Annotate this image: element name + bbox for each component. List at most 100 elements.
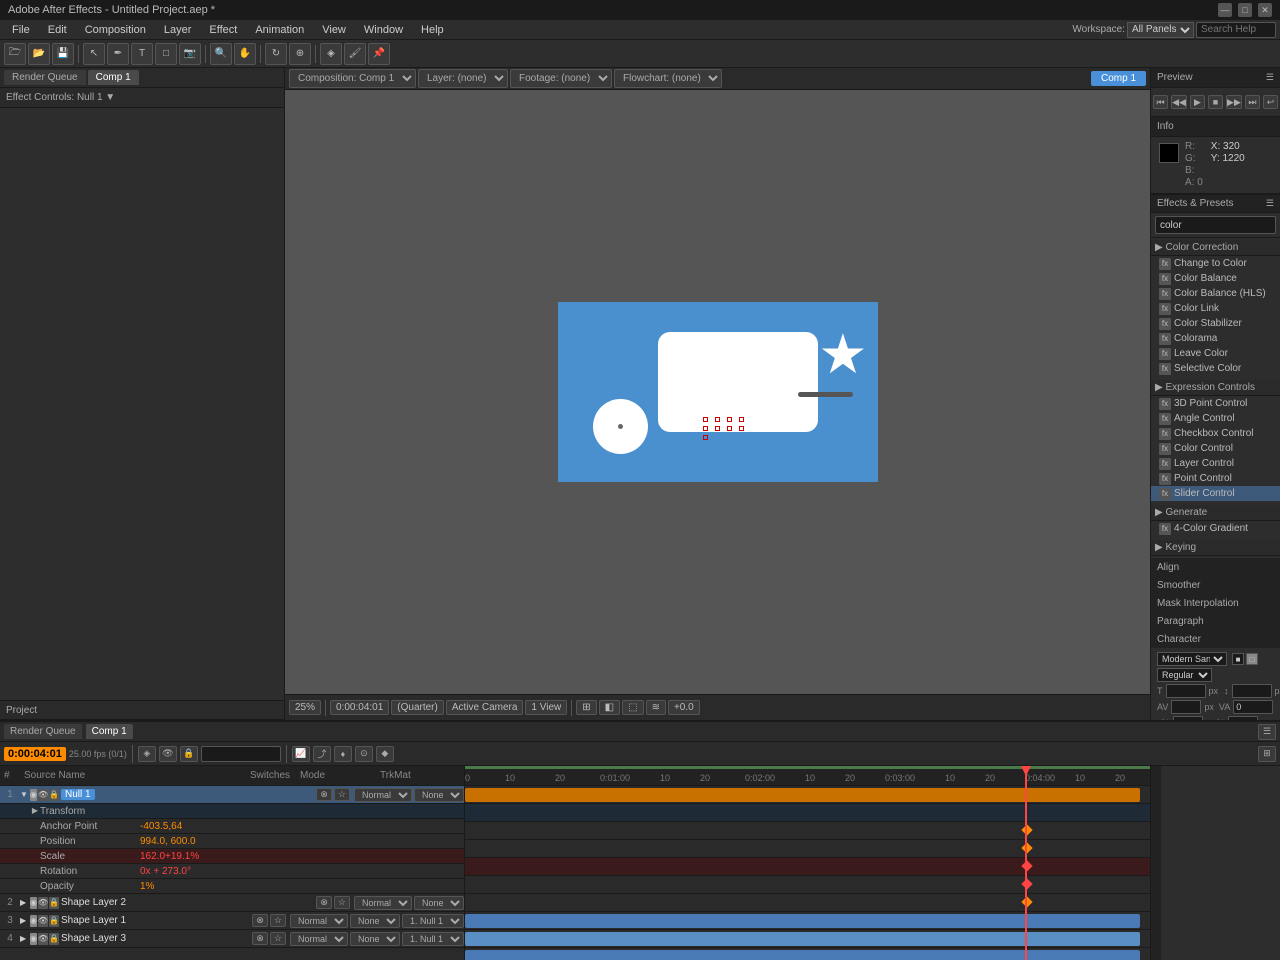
select-tool[interactable]: ↖ bbox=[83, 43, 105, 65]
vert-scale-input[interactable] bbox=[1173, 716, 1203, 720]
tl-lock-btn[interactable]: 🔒 bbox=[180, 746, 198, 762]
menu-composition[interactable]: Composition bbox=[77, 22, 154, 38]
effect-color-balance-hls[interactable]: fx Color Balance (HLS) bbox=[1151, 286, 1280, 301]
help-search-input[interactable] bbox=[1196, 22, 1276, 38]
tl-hide-btn[interactable]: 👁 bbox=[159, 746, 177, 762]
generate-header[interactable]: ▶ Generate bbox=[1151, 505, 1280, 521]
zoom-selector[interactable]: 25% bbox=[289, 700, 321, 715]
tl-panel-menu[interactable]: ☰ bbox=[1258, 724, 1276, 740]
effect-checkbox-control[interactable]: fx Checkbox Control bbox=[1151, 426, 1280, 441]
puppet-pin-tool[interactable]: 📌 bbox=[368, 43, 390, 65]
shy-btn-3[interactable]: ⊗ bbox=[252, 914, 268, 927]
workspace-selector[interactable]: All Panels bbox=[1127, 22, 1194, 38]
mask-feather-tool[interactable]: ◈ bbox=[320, 43, 342, 65]
color-correction-header[interactable]: ▶ Color Correction bbox=[1151, 240, 1280, 256]
font-size-input[interactable] bbox=[1166, 684, 1206, 698]
tl-solo-btn[interactable]: ◈ bbox=[138, 746, 156, 762]
eye-btn-4[interactable]: 👁 bbox=[38, 933, 48, 945]
layer-expand-3[interactable]: ▶ bbox=[20, 916, 30, 925]
menu-layer[interactable]: Layer bbox=[156, 22, 200, 38]
mode-select-3[interactable]: Normal bbox=[290, 914, 348, 928]
open-button[interactable]: 📂 bbox=[28, 43, 50, 65]
minimize-button[interactable]: — bbox=[1218, 3, 1232, 17]
effect-color-link[interactable]: fx Color Link bbox=[1151, 301, 1280, 316]
tl-collapse-expand[interactable]: ⊞ bbox=[1258, 746, 1276, 762]
paragraph-header[interactable]: Paragraph bbox=[1151, 612, 1280, 630]
collapse-btn-2[interactable]: ☆ bbox=[334, 896, 350, 909]
leading-input[interactable] bbox=[1232, 684, 1272, 698]
effects-search-input[interactable] bbox=[1155, 216, 1276, 234]
tl-solo-switches[interactable]: ⊙ bbox=[355, 746, 373, 762]
effect-3d-point[interactable]: fx 3D Point Control bbox=[1151, 396, 1280, 411]
layer-expand-1[interactable]: ▼ bbox=[20, 790, 30, 799]
effects-presets-header[interactable]: Effects & Presets ☰ bbox=[1151, 195, 1280, 213]
font-style-selector[interactable]: Regular bbox=[1157, 668, 1212, 682]
maximize-button[interactable]: □ bbox=[1238, 3, 1252, 17]
render-queue-tl-tab[interactable]: Render Queue bbox=[4, 724, 82, 739]
active-camera-selector[interactable]: Active Camera bbox=[446, 700, 524, 715]
keying-header[interactable]: ▶ Keying bbox=[1151, 540, 1280, 556]
horiz-scale-input[interactable] bbox=[1228, 716, 1258, 720]
expression-controls-header[interactable]: ▶ Expression Controls bbox=[1151, 380, 1280, 396]
solo-btn-3[interactable]: ◉ bbox=[30, 915, 37, 927]
matte-select-1[interactable]: None bbox=[414, 788, 464, 802]
composition-selector[interactable]: Composition: Comp 1 bbox=[289, 69, 416, 88]
hand-tool[interactable]: ✋ bbox=[234, 43, 256, 65]
effect-color-stabilizer[interactable]: fx Color Stabilizer bbox=[1151, 316, 1280, 331]
mode-select-1[interactable]: Normal bbox=[354, 788, 412, 802]
view-count[interactable]: 1 View bbox=[525, 700, 567, 715]
matte-select-2[interactable]: None bbox=[414, 896, 464, 910]
solo-btn-1[interactable]: ◉ bbox=[30, 789, 37, 801]
preview-stop[interactable]: ■ bbox=[1208, 95, 1223, 109]
effects-menu-icon[interactable]: ☰ bbox=[1266, 198, 1274, 209]
menu-help[interactable]: Help bbox=[413, 22, 452, 38]
tl-motion-paths[interactable]: ⤴ bbox=[313, 746, 331, 762]
current-time-display[interactable]: 0:00:04:01 bbox=[4, 747, 66, 761]
flowchart-selector[interactable]: Flowchart: (none) bbox=[614, 69, 722, 88]
kerning-input[interactable] bbox=[1171, 700, 1201, 714]
render-queue-tab[interactable]: Render Queue bbox=[4, 70, 86, 85]
effect-angle-control[interactable]: fx Angle Control bbox=[1151, 411, 1280, 426]
layer-expand-4[interactable]: ▶ bbox=[20, 934, 30, 943]
motion-blur-btn[interactable]: ≋ bbox=[646, 700, 666, 715]
rotation-tool[interactable]: ↻ bbox=[265, 43, 287, 65]
preview-step-back[interactable]: ◀◀ bbox=[1171, 95, 1187, 109]
panel-resize-handle[interactable] bbox=[1151, 766, 1161, 960]
comp1-tl-tab[interactable]: Comp 1 bbox=[86, 724, 133, 739]
text-color-swatch[interactable]: ■ bbox=[1232, 653, 1244, 665]
camera-tool[interactable]: 📷 bbox=[179, 43, 201, 65]
effect-change-to-color[interactable]: fx Change to Color bbox=[1151, 256, 1280, 271]
effect-slider-control[interactable]: fx Slider Control bbox=[1151, 486, 1280, 501]
pan-behind-tool[interactable]: ⊕ bbox=[289, 43, 311, 65]
time-display[interactable]: 0:00:04:01 bbox=[330, 700, 389, 715]
solo-btn-4[interactable]: ◉ bbox=[30, 933, 37, 945]
mode-select-2[interactable]: Normal bbox=[354, 896, 412, 910]
collapse-btn-3[interactable]: ☆ bbox=[270, 914, 286, 927]
font-selector[interactable]: Modern Sans bbox=[1157, 652, 1227, 666]
collapse-btn-4[interactable]: ☆ bbox=[270, 932, 286, 945]
save-button[interactable]: 💾 bbox=[52, 43, 74, 65]
tl-graph-editor[interactable]: 📈 bbox=[292, 746, 310, 762]
eye-btn-3[interactable]: 👁 bbox=[38, 915, 48, 927]
text-tool[interactable]: T bbox=[131, 43, 153, 65]
preview-skip-start[interactable]: ⏮ bbox=[1153, 95, 1168, 109]
close-button[interactable]: ✕ bbox=[1258, 3, 1272, 17]
grid-btn[interactable]: ⊞ bbox=[576, 700, 596, 715]
render-quality[interactable]: (Quarter) bbox=[391, 700, 444, 715]
transparency-btn[interactable]: ◧ bbox=[599, 700, 620, 715]
collapse-btn-1[interactable]: ☆ bbox=[334, 788, 350, 801]
layer-row-2[interactable]: 2 ▶ ◉ 👁 🔒 Shape Layer 2 ⊗ ☆ Normal None bbox=[0, 894, 464, 912]
matte-select-4[interactable]: None bbox=[350, 932, 400, 946]
shy-btn-2[interactable]: ⊗ bbox=[316, 896, 332, 909]
comp1-tab[interactable]: Comp 1 bbox=[88, 70, 139, 85]
transform-expand[interactable]: ▶ bbox=[30, 806, 40, 816]
effect-4color-gradient[interactable]: fx 4-Color Gradient bbox=[1151, 521, 1280, 536]
tracking-input[interactable] bbox=[1233, 700, 1273, 714]
preview-menu-icon[interactable]: ☰ bbox=[1266, 72, 1274, 83]
layer-selector[interactable]: Layer: (none) bbox=[418, 69, 508, 88]
mode-select-4[interactable]: Normal bbox=[290, 932, 348, 946]
shy-btn-1[interactable]: ⊗ bbox=[316, 788, 332, 801]
roto-brush-tool[interactable]: 🖌 bbox=[344, 43, 366, 65]
layer-row-3[interactable]: 3 ▶ ◉ 👁 🔒 Shape Layer 1 ⊗ ☆ Normal None bbox=[0, 912, 464, 930]
footage-selector[interactable]: Footage: (none) bbox=[510, 69, 612, 88]
